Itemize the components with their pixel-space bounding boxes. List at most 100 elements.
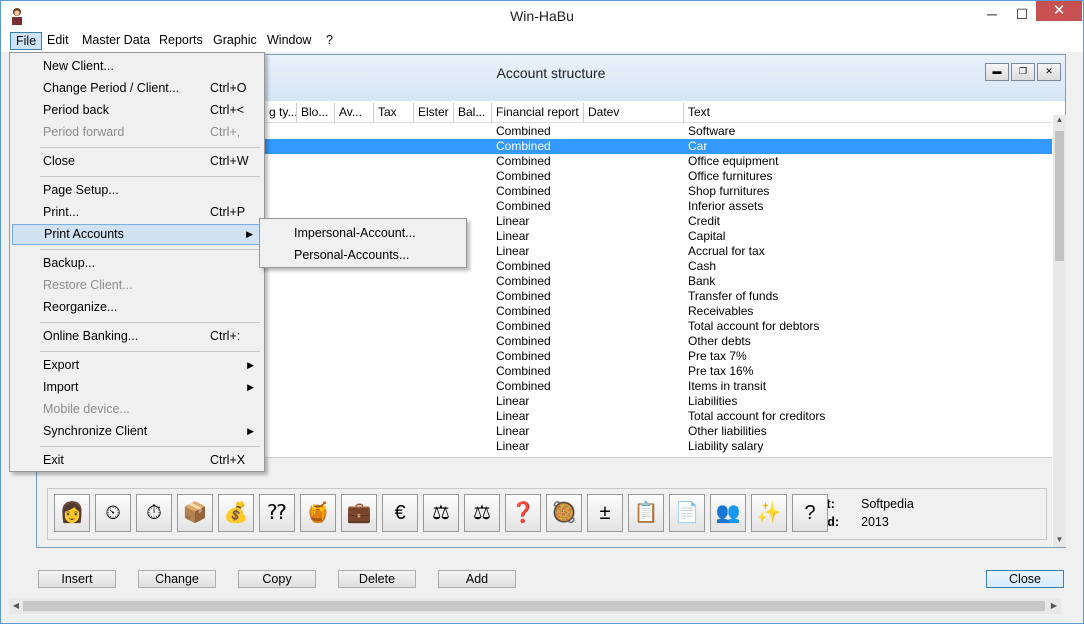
column-header-datev[interactable]: Datev [584,103,684,123]
change-button[interactable]: Change [138,570,216,588]
menu-edit[interactable]: Edit [42,32,74,50]
column-header-balance[interactable]: Bal... [454,103,492,123]
client-value: Softpedia [861,497,914,511]
scroll-left-icon[interactable]: ◀ [9,598,23,614]
scroll-up-icon[interactable]: ▲ [1053,115,1066,127]
question-icon: ❓ [510,502,536,524]
menu-item-print-accounts[interactable]: Print Accounts ▶ [12,224,262,245]
menu-item-synchronize-client[interactable]: Synchronize Client ▶ [12,421,262,442]
menu-item-close[interactable]: Close Ctrl+W [12,151,262,172]
money-bag-button[interactable]: 💼 [341,494,377,532]
transfer-button[interactable]: 📦 [177,494,213,532]
copy-button[interactable]: Copy [238,570,316,588]
menu-item-reorganize[interactable]: Reorganize... [12,297,262,318]
cell-text: Total account for creditors [688,409,826,423]
cell-text: Liabilities [688,394,738,408]
menu-item-change-period-client[interactable]: Change Period / Client... Ctrl+O [12,78,262,99]
cell-text: Inferior assets [688,199,764,213]
column-header-text[interactable]: Text [684,103,1052,123]
menu-item-label: Print... [43,205,80,219]
seesaw-button[interactable]: ⚖ [464,494,500,532]
scroll-down-icon[interactable]: ▼ [1053,535,1066,547]
menu-item-shortcut: Ctrl+: [210,329,241,343]
column-header-type[interactable]: g ty... [265,103,297,123]
coins-button[interactable]: 💰 [218,494,254,532]
plus-minus-button[interactable]: ± [587,494,623,532]
menu-item-new-client[interactable]: New Client... [12,56,262,77]
menu-item-label: Page Setup... [43,183,119,197]
help-button[interactable]: ? [792,494,828,532]
child-minimize-icon[interactable]: ▬ [985,63,1009,81]
print-accounts-submenu: Impersonal-Account... Personal-Accounts.… [259,218,467,268]
child-close-icon[interactable]: ✕ [1037,63,1061,81]
scroll-thumb[interactable] [1055,131,1064,261]
users-icon: 👥 [715,502,741,524]
menu-window[interactable]: Window [262,32,316,50]
question-button[interactable]: ❓ [505,494,541,532]
document-button[interactable]: 📄 [669,494,705,532]
hscroll-thumb[interactable] [23,601,1045,611]
menu-item-personal-accounts[interactable]: Personal-Accounts... [262,244,464,266]
cell-text: Items in transit [688,379,767,393]
menu-item-label: Backup... [43,256,96,270]
menu-item-exit[interactable]: Exit Ctrl+X [12,450,262,471]
minimize-button[interactable]: ─ [977,1,1007,29]
menu-item-period-forward: Period forward Ctrl+, [12,122,262,143]
column-header-av[interactable]: Av... [335,103,374,123]
euro-button[interactable]: € [382,494,418,532]
cell-text: Shop furnitures [688,184,770,198]
delete-button[interactable]: Delete [338,570,416,588]
add-button[interactable]: Add [438,570,516,588]
wand-button[interactable]: ✨ [751,494,787,532]
menu-item-page-setup[interactable]: Page Setup... [12,180,262,201]
menu-item-import[interactable]: Import ▶ [12,377,262,398]
child-restore-icon[interactable]: ❐ [1011,63,1035,81]
menu-item-backup[interactable]: Backup... [12,253,262,274]
menu-item-period-back[interactable]: Period back Ctrl+< [12,100,262,121]
euro-icon: € [394,502,406,524]
cell-financial-report: Combined [496,184,551,198]
menu-graphic[interactable]: Graphic [208,32,262,50]
cell-financial-report: Combined [496,304,551,318]
menu-item-label: New Client... [43,59,114,73]
column-header-financial-report[interactable]: Financial report [492,103,584,123]
scale-button[interactable]: ⚖ [423,494,459,532]
menu-separator [40,147,260,148]
maximize-button[interactable]: ☐ [1007,1,1037,29]
menu-file[interactable]: File [10,32,43,50]
menu-master-data[interactable]: Master Data [77,32,155,50]
column-header-elster[interactable]: Elster [414,103,454,123]
form-button[interactable]: 📋 [628,494,664,532]
users-button[interactable]: 👥 [710,494,746,532]
cell-financial-report: Combined [496,289,551,303]
period-forward-button[interactable]: ⏱ [136,494,172,532]
vertical-scrollbar[interactable]: ▲ ▼ [1053,115,1066,547]
menu-reports[interactable]: Reports [154,32,208,50]
menu-item-print[interactable]: Print... Ctrl+P [12,202,262,223]
menu-item-shortcut: Ctrl+P [210,205,246,219]
menu-help[interactable]: ? [321,32,338,50]
client-button[interactable]: 👩 [54,494,90,532]
bowl-button[interactable]: 🥘 [546,494,582,532]
seesaw-icon: ⚖ [473,502,491,524]
menu-item-shortcut: Ctrl+W [210,154,249,168]
close-button[interactable]: Close [986,570,1064,588]
question-coins-button[interactable]: ⁇ [259,494,295,532]
pots-button[interactable]: 🍯 [300,494,336,532]
menu-item-impersonal-account[interactable]: Impersonal-Account... [262,222,464,244]
cell-financial-report: Linear [496,409,530,423]
scroll-right-icon[interactable]: ▶ [1047,598,1061,614]
horizontal-scrollbar[interactable]: ◀ ▶ [9,598,1061,614]
column-header-blocked[interactable]: Blo... [297,103,335,123]
cell-text: Transfer of funds [688,289,779,303]
insert-button[interactable]: Insert [38,570,116,588]
column-header-tax[interactable]: Tax [374,103,414,123]
menu-bar: File Edit Master Data Reports Graphic Wi… [0,30,1084,52]
menu-item-export[interactable]: Export ▶ [12,355,262,376]
menu-item-online-banking[interactable]: Online Banking... Ctrl+: [12,326,262,347]
cell-financial-report: Combined [496,334,551,348]
cell-text: Other debts [688,334,751,348]
period-back-button[interactable]: ⏲ [95,494,131,532]
close-window-button[interactable]: ✕ [1036,1,1082,21]
cell-text: Bank [688,274,716,288]
